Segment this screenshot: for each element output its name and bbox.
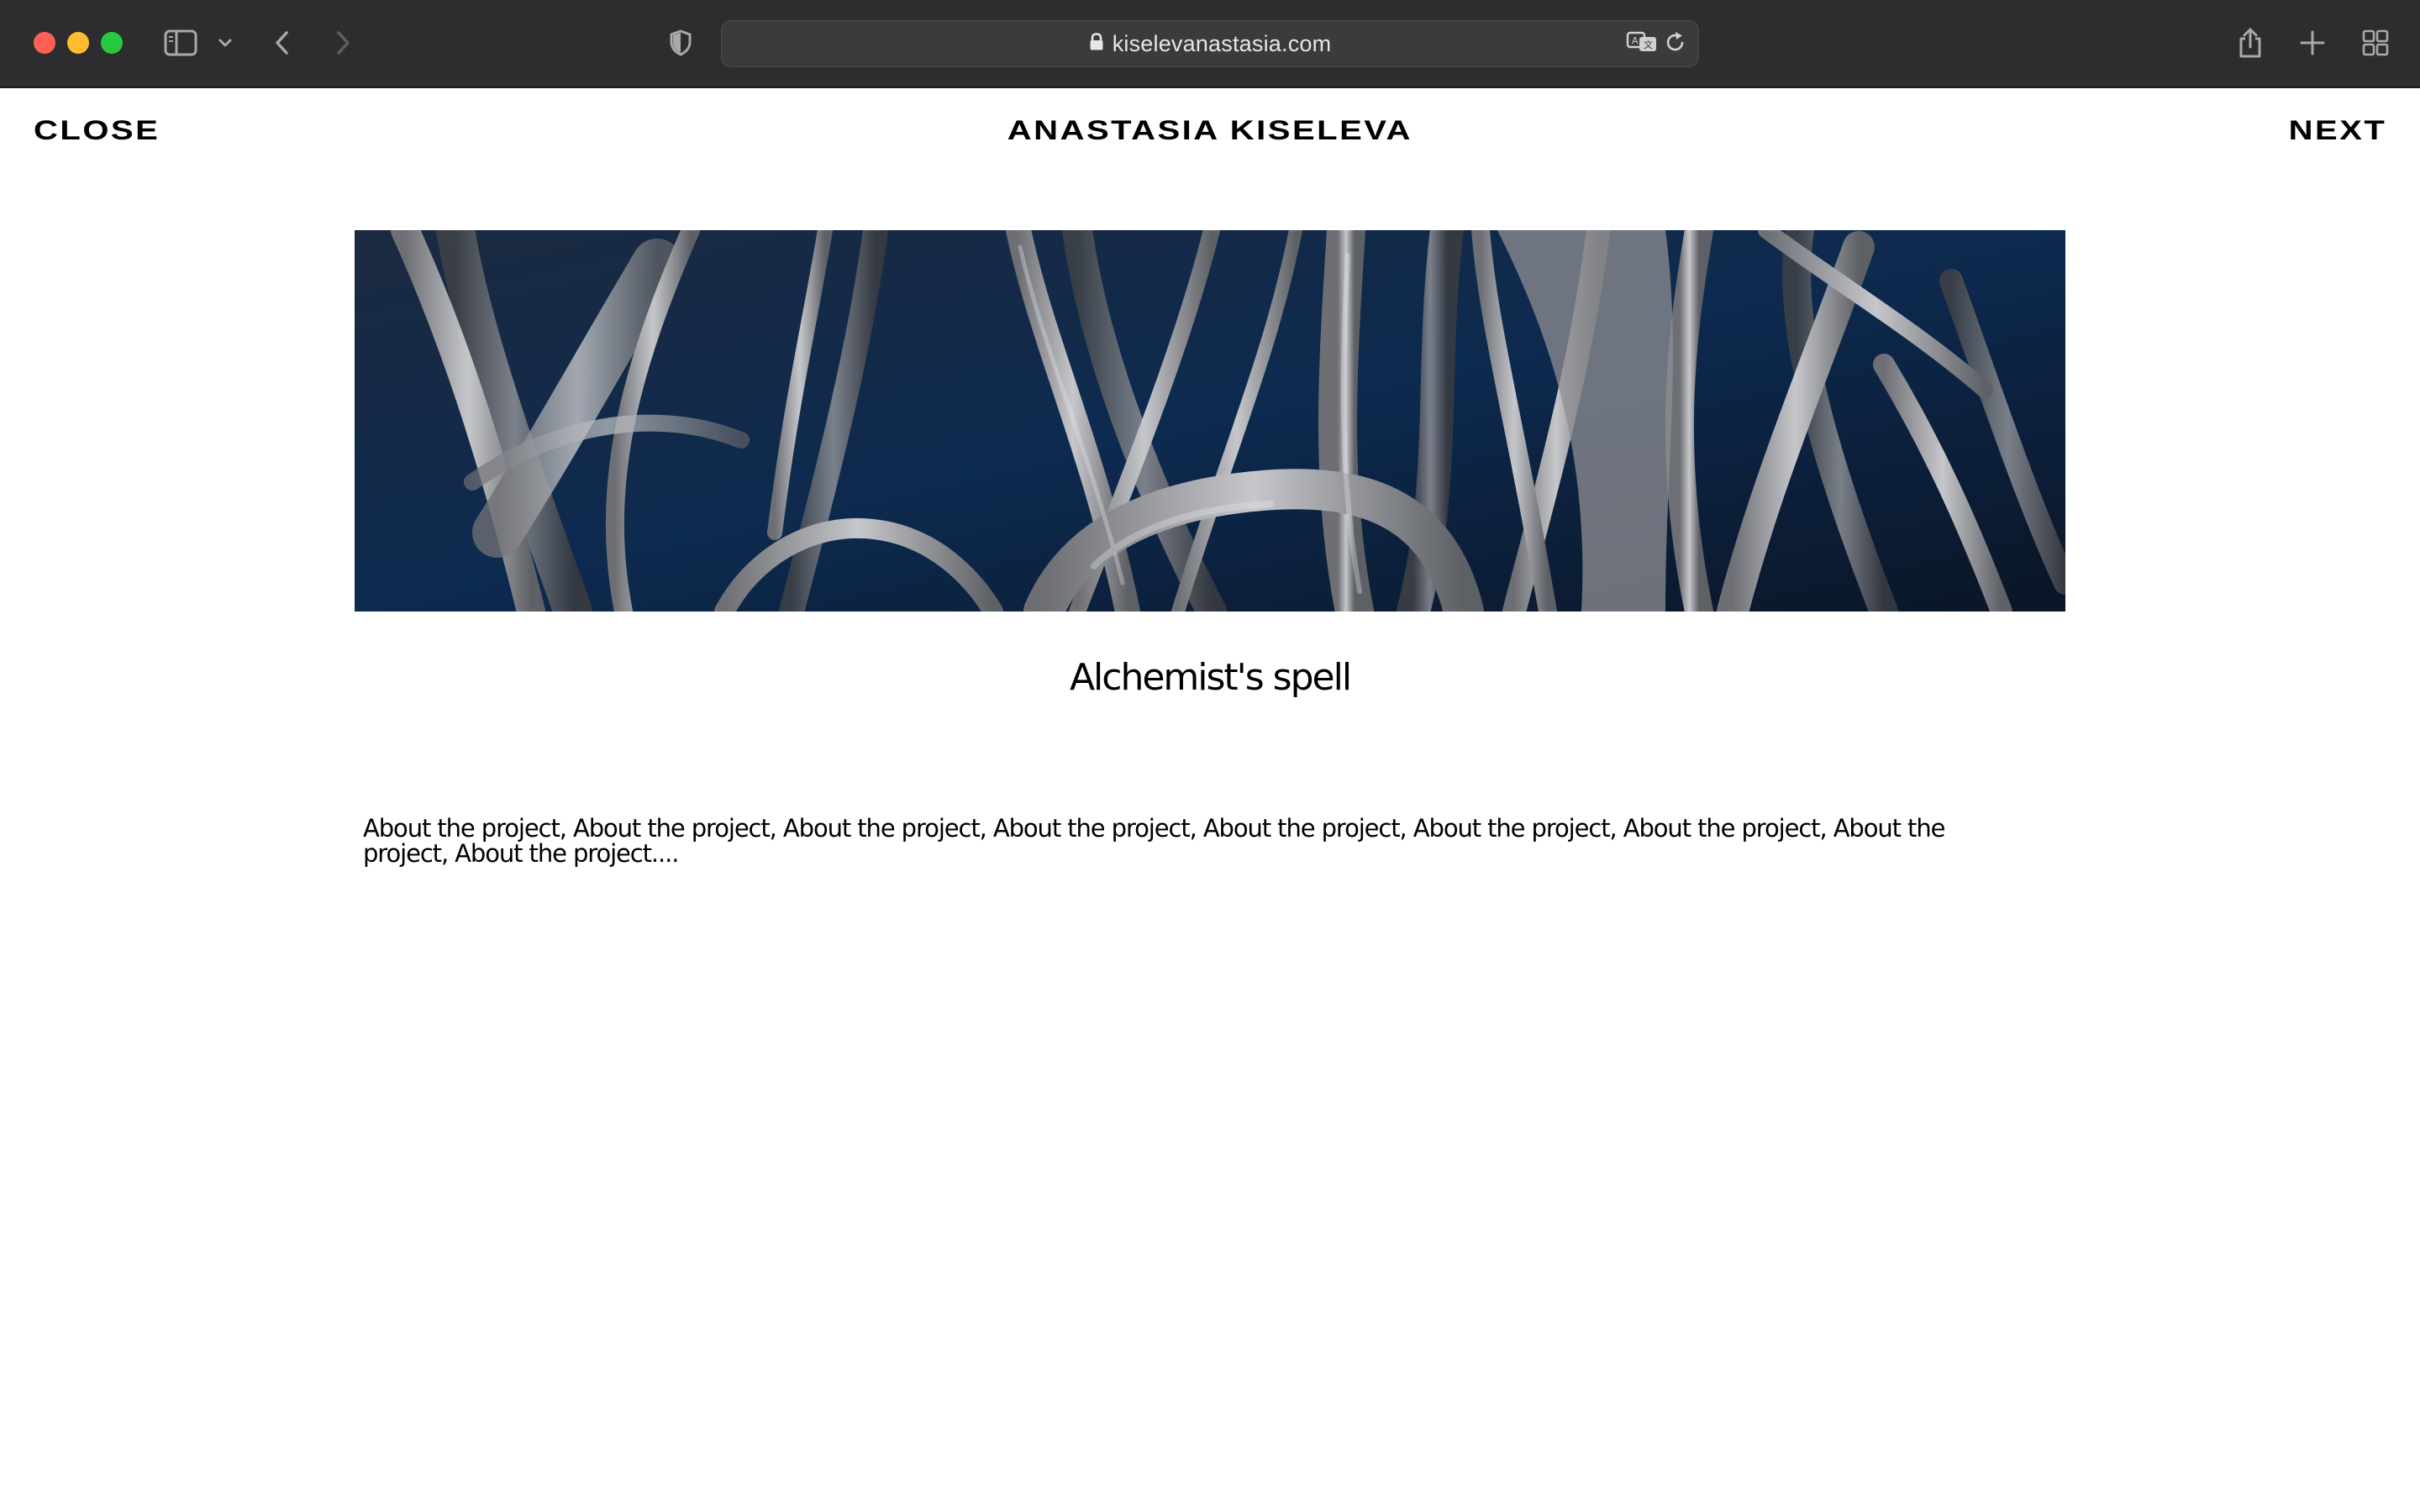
sculpture-photo (355, 230, 2065, 612)
browser-toolbar: kiselevanastasia.com A 文 (0, 0, 2420, 88)
next-link[interactable]: NEXT (2288, 115, 2386, 146)
zoom-window-button[interactable] (101, 32, 123, 54)
shield-icon (669, 29, 692, 56)
share-button[interactable] (2235, 22, 2265, 64)
project-hero-image (355, 230, 2065, 612)
translate-icon: A 文 (1626, 30, 1660, 58)
privacy-report-button[interactable] (666, 22, 696, 64)
chevron-down-icon (218, 38, 233, 48)
lock-icon (1089, 32, 1104, 55)
site-title-text[interactable]: ANASTASIA KISELEVA (1007, 115, 1413, 146)
url-text: kiselevanastasia.com (1112, 30, 1332, 56)
translate-button[interactable]: A 文 (1626, 21, 1660, 66)
page-content: CLOSE ANASTASIA KISELEVA NEXT Alchemist'… (0, 88, 2420, 1512)
chevron-right-icon (334, 29, 352, 56)
minimize-window-button[interactable] (67, 32, 89, 54)
reload-button[interactable] (1665, 21, 1686, 66)
forward-button[interactable] (328, 22, 358, 64)
sidebar-menu-button[interactable] (215, 22, 235, 64)
grid-icon (2362, 29, 2389, 56)
svg-text:文: 文 (1644, 39, 1653, 50)
sidebar-icon (164, 29, 197, 56)
address-bar[interactable]: kiselevanastasia.com A 文 (721, 20, 1699, 67)
chevron-left-icon (273, 29, 292, 56)
svg-text:A: A (1632, 35, 1639, 46)
project-description: About the project, About the project, Ab… (363, 814, 1945, 868)
new-tab-button[interactable] (2297, 22, 2328, 64)
close-window-button[interactable] (34, 32, 55, 54)
project-title: Alchemist's spell (1069, 656, 1352, 699)
site-title: ANASTASIA KISELEVA (0, 115, 2420, 146)
sidebar-toggle-button[interactable] (161, 22, 200, 64)
share-icon (2238, 27, 2263, 59)
plus-icon (2300, 30, 2325, 55)
reload-icon (1665, 30, 1686, 58)
back-button[interactable] (267, 22, 297, 64)
tab-overview-button[interactable] (2360, 22, 2391, 64)
